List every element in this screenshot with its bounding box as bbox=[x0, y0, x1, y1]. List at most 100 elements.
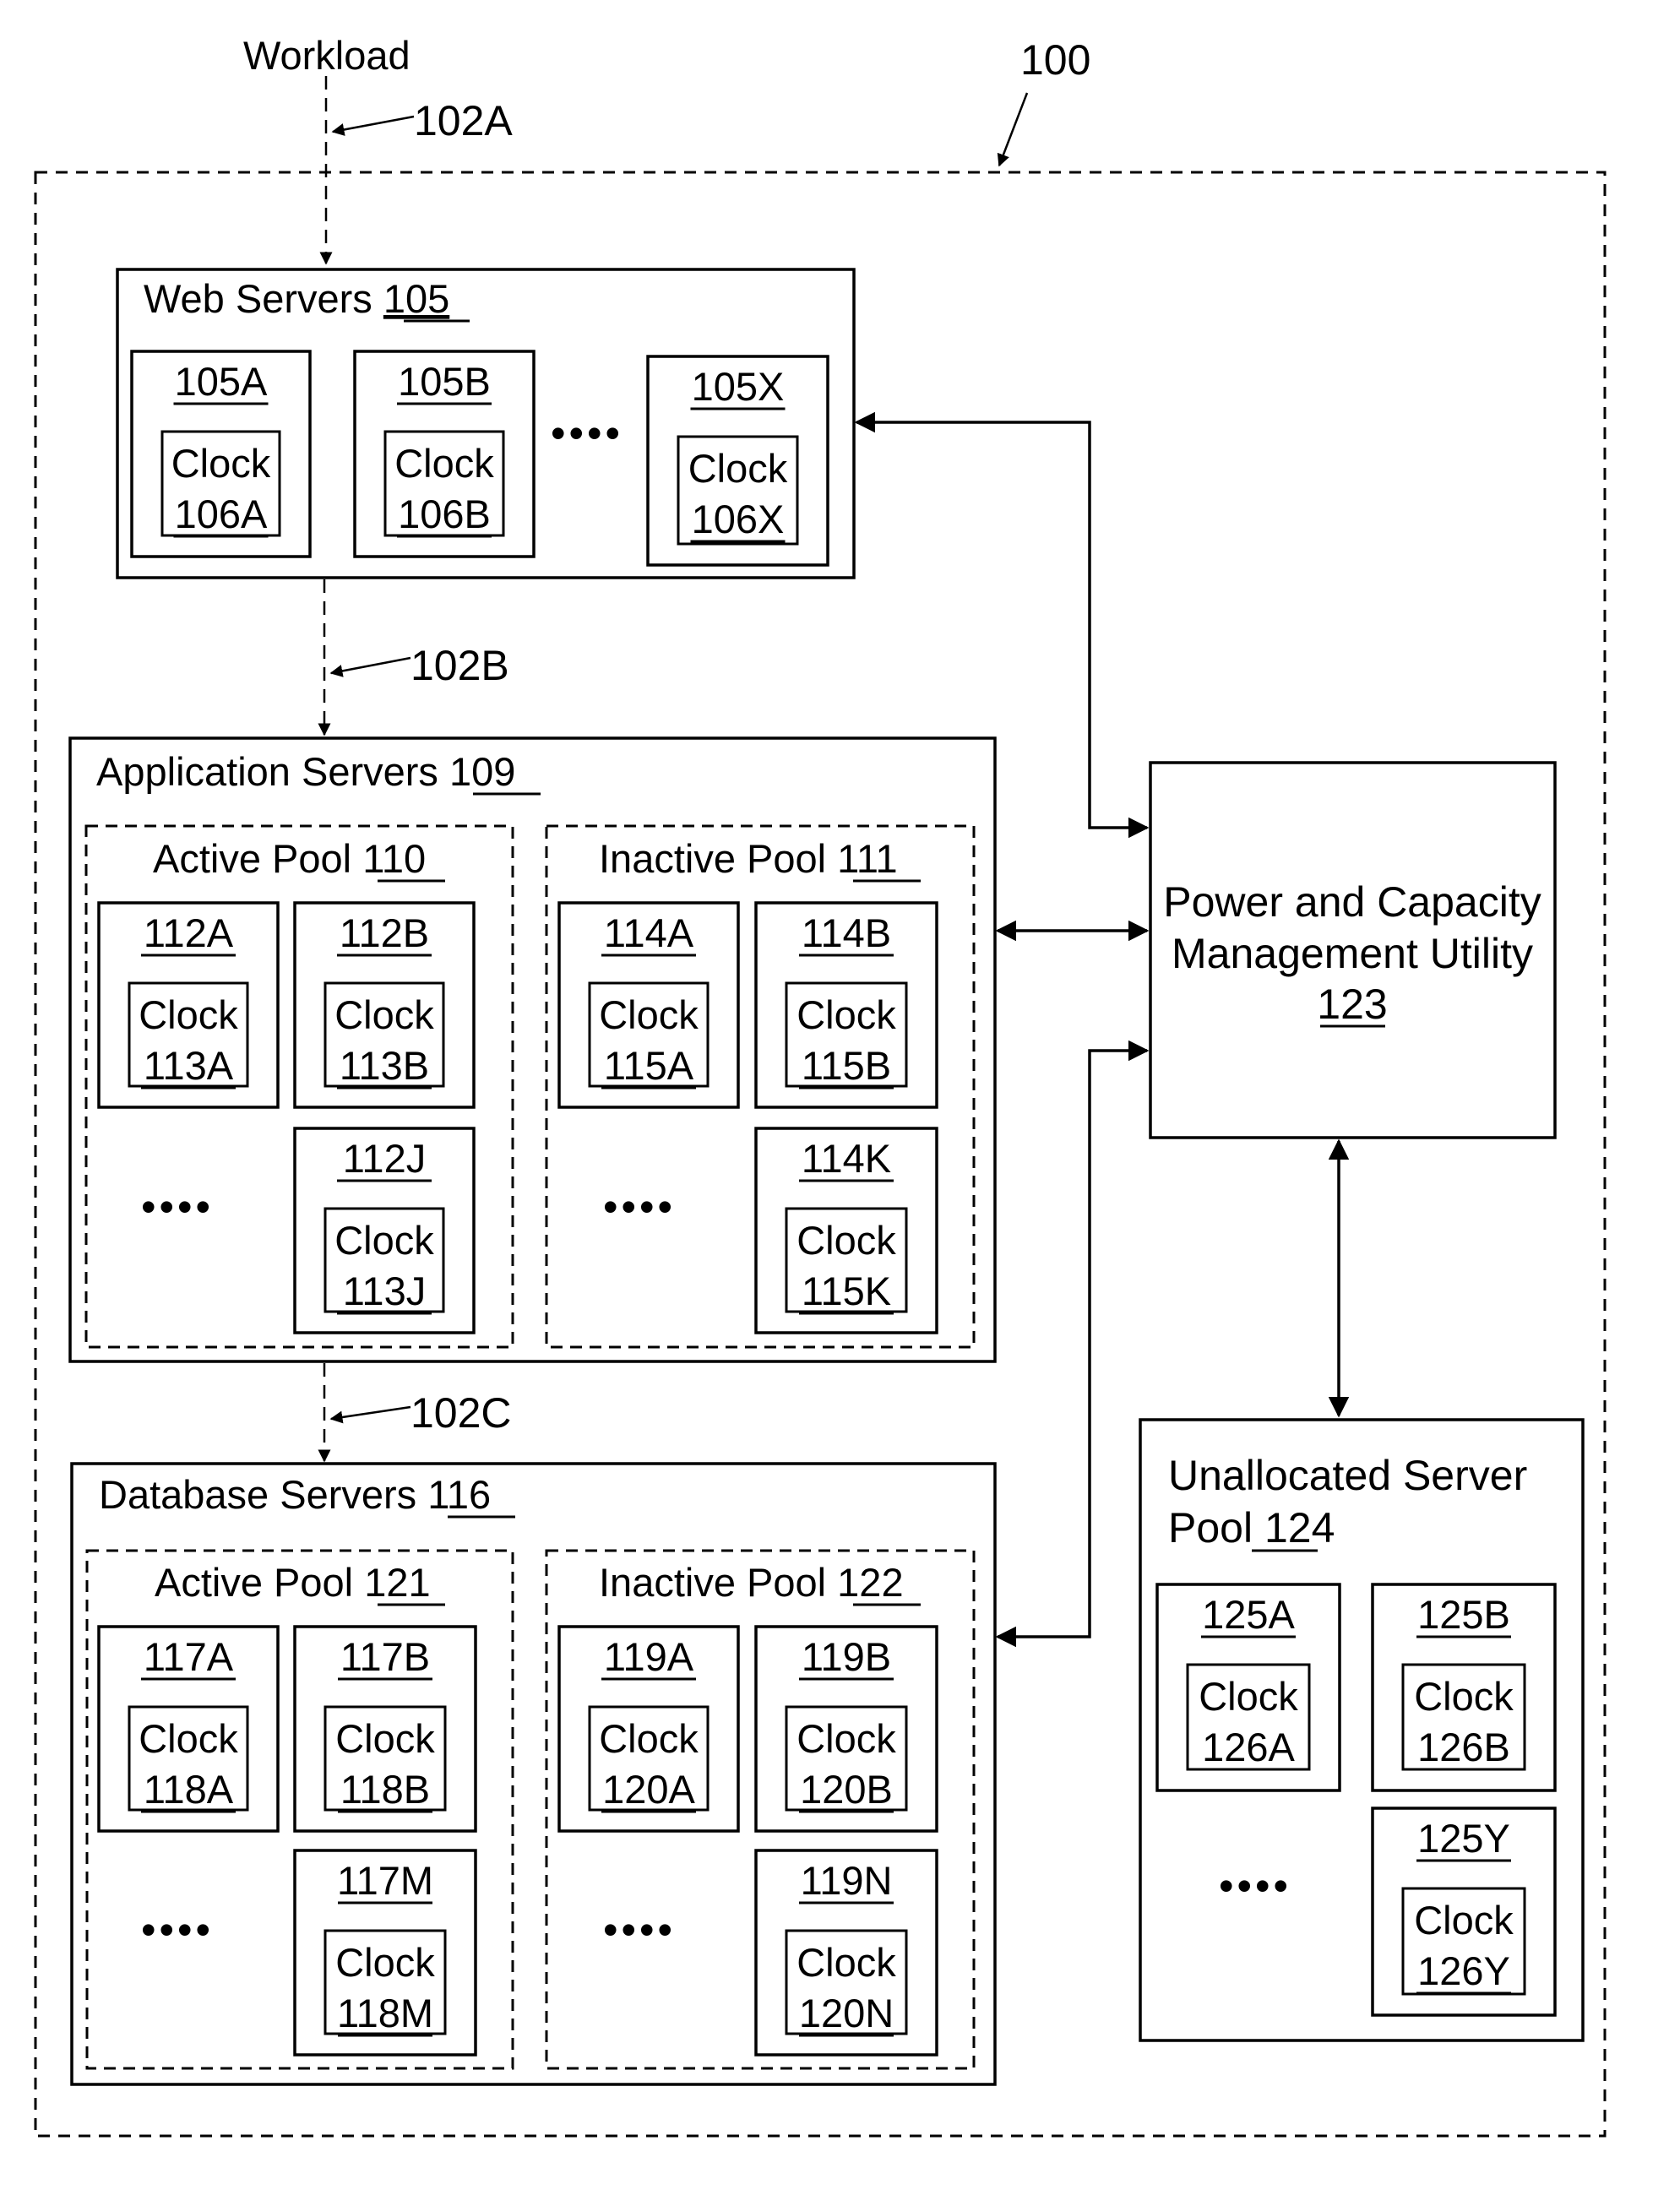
clock-label: Clock bbox=[171, 441, 271, 486]
clock-ref: 126B bbox=[1417, 1725, 1510, 1769]
clock-ref: 106B bbox=[398, 492, 491, 536]
clock-ref: 115A bbox=[604, 1043, 694, 1088]
server-id: 105X bbox=[692, 364, 785, 409]
server-id: 112B bbox=[340, 910, 429, 955]
ellipsis-indicator: •••• bbox=[141, 1906, 214, 1953]
ellipsis-indicator: •••• bbox=[603, 1906, 676, 1953]
server-id: 117M bbox=[337, 1858, 433, 1903]
clock-ref: 120B bbox=[800, 1767, 893, 1812]
clock-label: Clock bbox=[797, 1218, 896, 1263]
server-node: 119B Clock 120B bbox=[754, 1625, 938, 1833]
clock-ref: 106X bbox=[692, 497, 785, 541]
connector-db-servers-utility bbox=[995, 1040, 1150, 1648]
app-inactive-pool-ref: 111 bbox=[837, 836, 897, 881]
server-id: 114B bbox=[802, 910, 891, 955]
web-servers-ref: 105 bbox=[383, 276, 449, 321]
clock-ref: 118A bbox=[144, 1767, 234, 1812]
database-servers-ref: 116 bbox=[427, 1472, 491, 1517]
server-node: 117B Clock 118B bbox=[293, 1625, 477, 1833]
clock-label: Clock bbox=[797, 1716, 896, 1761]
clock-ref: 118M bbox=[337, 1991, 433, 2035]
system-reference-label: 100 bbox=[1020, 36, 1090, 84]
db-inactive-pool-ref: 122 bbox=[837, 1560, 903, 1605]
clock-label: Clock bbox=[334, 992, 434, 1037]
unallocated-pool-ref: 124 bbox=[1264, 1504, 1335, 1551]
ellipsis-indicator: •••• bbox=[141, 1183, 214, 1231]
clock-ref: 126Y bbox=[1417, 1948, 1510, 1993]
application-servers-ref: 109 bbox=[449, 749, 515, 794]
clock-ref: 126A bbox=[1202, 1725, 1295, 1769]
server-id: 114A bbox=[604, 910, 694, 955]
server-node: 105B Clock 106B bbox=[353, 350, 536, 558]
server-id: 125B bbox=[1417, 1592, 1510, 1637]
flow-102a-label: 102A bbox=[414, 97, 513, 144]
system-reference-leader bbox=[997, 92, 1029, 167]
ellipsis-indicator: •••• bbox=[1219, 1862, 1291, 1910]
web-servers-title: Web Servers 105 bbox=[144, 276, 449, 321]
clock-label: Clock bbox=[335, 1940, 435, 1985]
clock-ref: 120A bbox=[602, 1767, 695, 1812]
power-capacity-utility: Power and Capacity Management Utility 12… bbox=[1149, 761, 1557, 1139]
server-id: 125Y bbox=[1417, 1816, 1510, 1861]
clock-label: Clock bbox=[139, 992, 238, 1037]
power-utility-ref: 123 bbox=[1317, 981, 1387, 1028]
power-utility-line1: Power and Capacity bbox=[1163, 878, 1541, 926]
server-node: 105A Clock 106A bbox=[130, 350, 312, 558]
server-id: 112J bbox=[343, 1136, 426, 1181]
ellipsis-indicator: •••• bbox=[551, 410, 623, 457]
server-id: 105B bbox=[398, 359, 491, 404]
clock-label: Clock bbox=[797, 1940, 896, 1985]
clock-label: Clock bbox=[599, 1716, 699, 1761]
server-node: 125B Clock 126B bbox=[1371, 1583, 1557, 1792]
server-id: 114K bbox=[802, 1136, 891, 1181]
server-node: 112J Clock 113J bbox=[293, 1127, 476, 1334]
server-id: 119N bbox=[801, 1858, 893, 1903]
server-id: 125A bbox=[1202, 1592, 1295, 1637]
server-node: 114A Clock 115A bbox=[557, 901, 740, 1109]
clock-label: Clock bbox=[1414, 1674, 1514, 1719]
power-utility-line2: Management Utility bbox=[1172, 930, 1533, 977]
system-diagram: 100 Workload 102A Web Servers 105 102B A… bbox=[34, 33, 1607, 2138]
server-node: 114B Clock 115B bbox=[754, 901, 938, 1109]
database-servers-title: Database Servers 116 bbox=[99, 1472, 491, 1517]
server-node: 112A Clock 113A bbox=[97, 901, 280, 1109]
server-node: 112B Clock 113B bbox=[293, 901, 476, 1109]
db-inactive-pool-title: Inactive Pool 122 bbox=[599, 1560, 904, 1605]
clock-label: Clock bbox=[1199, 1674, 1298, 1719]
server-node: 119A Clock 120A bbox=[557, 1625, 740, 1833]
clock-label: Clock bbox=[688, 446, 788, 491]
clock-label: Clock bbox=[334, 1218, 434, 1263]
clock-label: Clock bbox=[394, 441, 494, 486]
workload-label: Workload bbox=[243, 33, 410, 78]
server-id: 117B bbox=[340, 1634, 430, 1679]
unallocated-pool-line1: Unallocated Server bbox=[1168, 1452, 1527, 1499]
clock-label: Clock bbox=[139, 1716, 238, 1761]
server-node: 125Y Clock 126Y bbox=[1371, 1807, 1557, 2017]
server-id: 105A bbox=[175, 359, 268, 404]
clock-label: Clock bbox=[335, 1716, 435, 1761]
flow-102b-leader bbox=[329, 656, 411, 677]
app-active-pool-title: Active Pool 110 bbox=[153, 836, 426, 881]
server-node: 125A Clock 126A bbox=[1155, 1583, 1341, 1792]
db-active-pool-title: Active Pool 121 bbox=[155, 1560, 431, 1605]
clock-ref: 106A bbox=[175, 492, 268, 536]
server-id: 117A bbox=[144, 1634, 234, 1679]
db-active-pool-ref: 121 bbox=[364, 1560, 430, 1605]
server-id: 112A bbox=[144, 910, 234, 955]
app-inactive-pool-title: Inactive Pool 111 bbox=[599, 836, 898, 881]
clock-ref: 113B bbox=[340, 1043, 429, 1088]
clock-label: Clock bbox=[1414, 1898, 1514, 1942]
server-id: 119A bbox=[604, 1634, 694, 1679]
flow-102b-label: 102B bbox=[410, 642, 509, 689]
clock-ref: 113J bbox=[343, 1269, 426, 1313]
server-id: 119B bbox=[802, 1634, 891, 1679]
clock-ref: 120N bbox=[799, 1991, 894, 2035]
clock-label: Clock bbox=[797, 992, 896, 1037]
server-node: 114K Clock 115K bbox=[754, 1127, 938, 1334]
unallocated-pool-line2: Pool 124 bbox=[1168, 1504, 1335, 1551]
clock-label: Clock bbox=[599, 992, 699, 1037]
server-node: 117M Clock 118M bbox=[293, 1849, 477, 2057]
clock-ref: 115B bbox=[802, 1043, 891, 1088]
server-node: 117A Clock 118A bbox=[97, 1625, 280, 1833]
flow-102c-label: 102C bbox=[410, 1389, 512, 1437]
